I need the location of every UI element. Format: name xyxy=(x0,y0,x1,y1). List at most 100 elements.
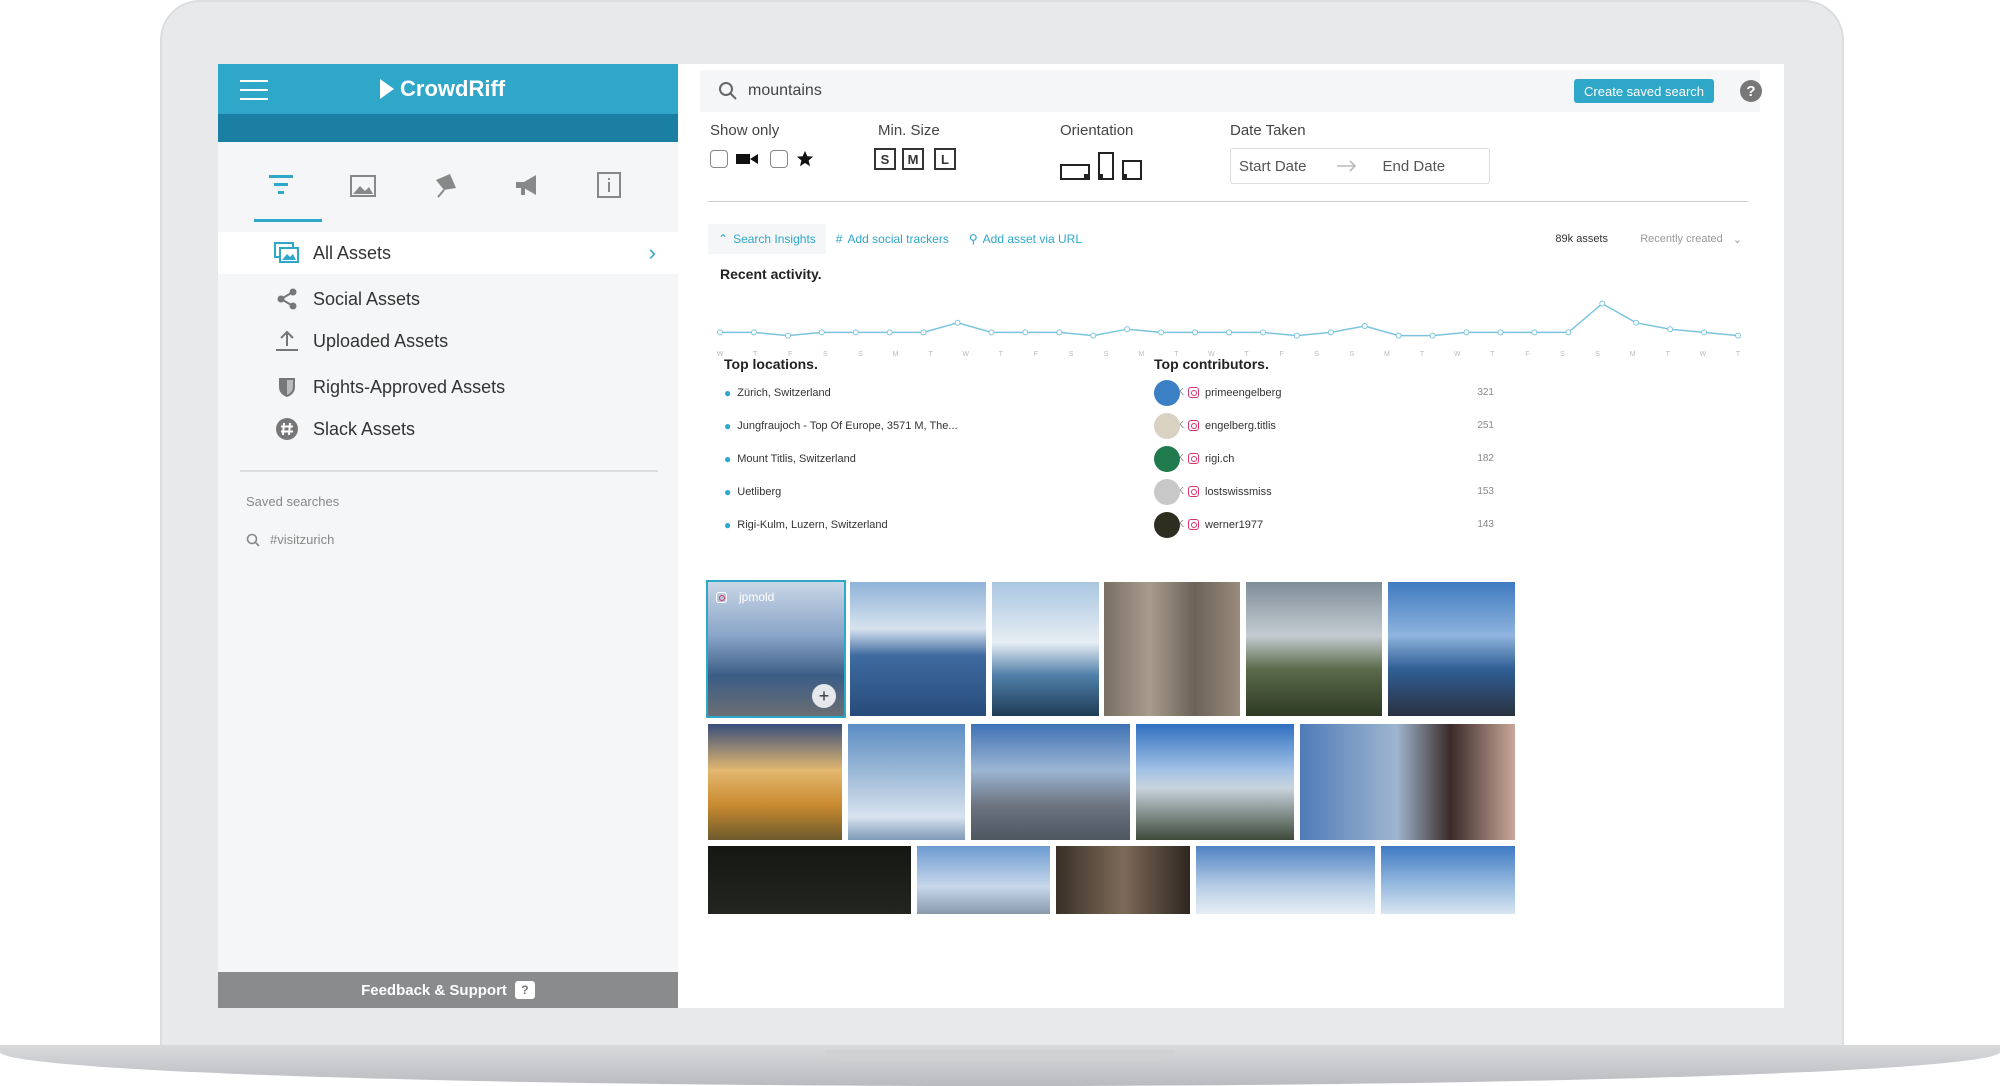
landscape-icon[interactable] xyxy=(1060,164,1090,180)
contributor-row[interactable]: rigi.ch 182 xyxy=(1154,442,1494,475)
day-tick-label: S xyxy=(858,351,863,358)
square-icon[interactable] xyxy=(1122,160,1142,180)
sort-label: Recently created xyxy=(1640,233,1723,245)
add-social-trackers-link[interactable]: # Add social trackers xyxy=(826,224,959,254)
asset-thumbnail[interactable] xyxy=(1196,846,1375,914)
location-row[interactable]: ●Uetliberg3.5K xyxy=(724,475,1184,508)
asset-thumbnail[interactable] xyxy=(971,724,1130,840)
activity-point xyxy=(1395,332,1402,339)
sort-dropdown[interactable]: Recently created ⌄ xyxy=(1640,233,1742,246)
asset-thumbnail[interactable] xyxy=(1300,724,1515,840)
shield-icon xyxy=(273,375,301,399)
asset-thumbnail[interactable] xyxy=(848,724,965,840)
location-name: Uetliberg xyxy=(737,485,782,498)
size-small-button[interactable]: S xyxy=(874,148,896,170)
instagram-icon xyxy=(1188,486,1199,497)
day-tick-label: M xyxy=(1630,351,1636,358)
activity-point xyxy=(1531,329,1538,336)
asset-thumbnail[interactable] xyxy=(1136,724,1294,840)
activity-point xyxy=(1429,332,1436,339)
day-tick-label: F xyxy=(1034,351,1038,358)
hashtag-icon: # xyxy=(835,232,843,246)
contributor-row[interactable]: lostswissmiss 153 xyxy=(1154,475,1494,508)
help-icon[interactable]: ? xyxy=(1740,80,1762,102)
size-large-button[interactable]: L xyxy=(934,148,956,170)
sidebar-nav: All Assets › Social Assets Uploaded Asse… xyxy=(218,232,678,450)
sidebar-item-rights-approved[interactable]: Rights-Approved Assets xyxy=(218,366,678,408)
day-tick-label: S xyxy=(1069,351,1074,358)
day-tick-label: T xyxy=(1736,351,1741,358)
asset-thumbnail[interactable] xyxy=(850,582,986,716)
asset-thumbnail[interactable] xyxy=(1388,582,1515,716)
top-contributors-list: primeengelberg 321 engelberg.titlis 251 rigi… xyxy=(1154,376,1494,541)
search-insights-label: Search Insights xyxy=(733,232,816,246)
arrow-right-icon xyxy=(1336,160,1356,172)
top-contributors-title: Top contributors. xyxy=(1154,356,1269,372)
location-row[interactable]: ●Mount Titlis, Switzerland3.6K xyxy=(724,442,1184,475)
search-insights-tab[interactable]: ⌃ Search Insights xyxy=(708,224,826,254)
sidebar-item-social-assets[interactable]: Social Assets xyxy=(218,278,678,320)
asset-thumbnail[interactable] xyxy=(917,846,1050,914)
asset-thumbnail[interactable] xyxy=(992,582,1099,716)
day-tick-label: W xyxy=(717,351,724,358)
activity-point xyxy=(818,329,825,336)
sidebar-item-uploaded-assets[interactable]: Uploaded Assets xyxy=(218,320,678,362)
sidebar-item-slack-assets[interactable]: Slack Assets xyxy=(218,408,678,450)
day-tick-label: S xyxy=(1595,351,1600,358)
activity-point xyxy=(920,329,927,336)
asset-thumbnail[interactable] xyxy=(708,846,911,914)
gallery-icon[interactable] xyxy=(342,164,384,206)
contributor-row[interactable]: primeengelberg 321 xyxy=(1154,376,1494,409)
start-date-input[interactable]: Start Date xyxy=(1239,158,1307,175)
hamburger-menu-icon[interactable] xyxy=(240,80,268,100)
contributor-row[interactable]: engelberg.titlis 251 xyxy=(1154,409,1494,442)
search-input[interactable]: mountains xyxy=(748,82,822,100)
megaphone-icon[interactable] xyxy=(506,164,548,206)
activity-point xyxy=(717,329,723,336)
create-saved-search-button[interactable]: Create saved search xyxy=(1574,79,1714,103)
video-checkbox[interactable] xyxy=(710,150,728,168)
insights-panel: Recent activity. WTFSSMTWTFSSMTWTFSSMTWT… xyxy=(708,254,1748,566)
star-icon xyxy=(796,150,814,167)
activity-point xyxy=(784,332,791,339)
featured-checkbox[interactable] xyxy=(770,150,788,168)
contributor-name: engelberg.titlis xyxy=(1205,419,1276,432)
asset-thumbnail[interactable] xyxy=(708,724,842,840)
contributor-count: 143 xyxy=(1477,519,1494,530)
contributor-row[interactable]: werner1977 143 xyxy=(1154,508,1494,541)
asset-thumbnail[interactable] xyxy=(1056,846,1190,914)
feedback-support-button[interactable]: Feedback & Support ? xyxy=(218,972,678,1008)
pin-icon[interactable] xyxy=(424,164,466,206)
size-medium-button[interactable]: M xyxy=(902,148,924,170)
asset-thumbnail[interactable]: jpmold + xyxy=(706,580,846,718)
contributor-name: werner1977 xyxy=(1205,518,1264,531)
upload-icon xyxy=(273,329,301,353)
activity-point xyxy=(988,329,995,336)
end-date-input[interactable]: End Date xyxy=(1383,158,1446,175)
sidebar-item-all-assets[interactable]: All Assets › xyxy=(218,232,678,274)
day-tick-label: T xyxy=(1420,351,1425,358)
location-pin-icon: ● xyxy=(724,418,732,433)
filter-icon[interactable] xyxy=(254,164,322,222)
video-camera-icon xyxy=(736,154,758,164)
asset-thumbnail[interactable] xyxy=(1104,582,1240,716)
location-row[interactable]: ●Rigi-Kulm, Luzern, Switzerland2.1K xyxy=(724,508,1184,541)
activity-point xyxy=(1361,323,1368,329)
location-row[interactable]: ● Jungfraujoch - Top Of Europe, 3571 M, T… xyxy=(724,409,1184,442)
sidebar-divider xyxy=(240,470,658,472)
instagram-icon xyxy=(716,591,727,603)
location-row[interactable]: ●Zürich, Switzerland7.9K xyxy=(724,376,1184,409)
asset-thumbnail[interactable] xyxy=(1246,582,1382,716)
asset-thumbnail[interactable] xyxy=(1381,846,1515,914)
search-bar[interactable]: mountains Create saved search ? xyxy=(700,70,1762,112)
activity-point xyxy=(1565,329,1572,336)
saved-search-label: #visitzurich xyxy=(270,532,335,547)
location-pin-icon: ● xyxy=(724,484,732,499)
info-icon[interactable] xyxy=(588,164,630,206)
saved-search-item[interactable]: #visitzurich xyxy=(246,532,334,547)
app-logo[interactable]: CrowdRiff xyxy=(380,76,505,102)
add-asset-button[interactable]: + xyxy=(812,684,836,708)
add-asset-url-link[interactable]: ⚲ Add asset via URL xyxy=(959,224,1092,254)
day-tick-label: T xyxy=(999,351,1004,358)
portrait-icon[interactable] xyxy=(1098,152,1114,180)
